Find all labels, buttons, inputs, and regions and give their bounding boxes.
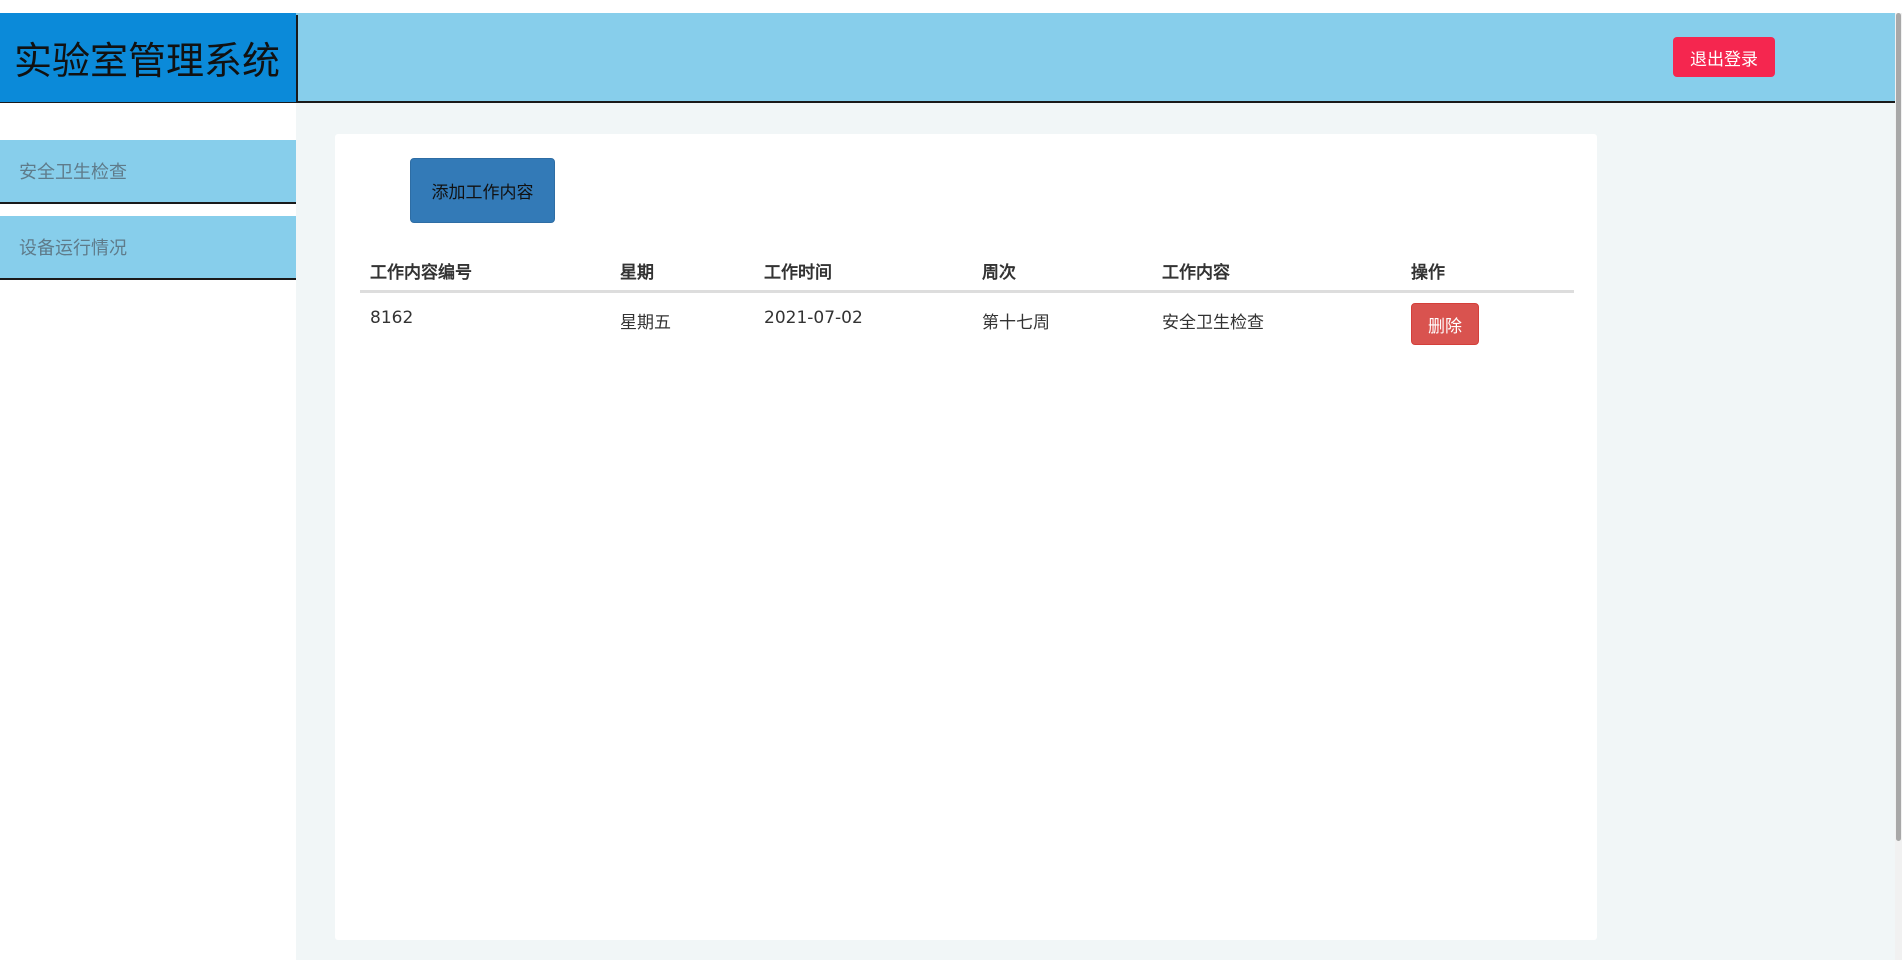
delete-button[interactable]: 删除 bbox=[1411, 303, 1479, 345]
sidebar-item-equipment-status[interactable]: 设备运行情况 bbox=[0, 216, 296, 278]
cell-content: 安全卫生检查 bbox=[1162, 313, 1264, 333]
column-header-action: 操作 bbox=[1401, 250, 1574, 293]
table-header-row: 工作内容编号 星期 工作时间 周次 工作内容 操作 bbox=[360, 250, 1574, 293]
browser-top-strip bbox=[0, 0, 1902, 13]
column-header-id: 工作内容编号 bbox=[360, 250, 610, 293]
logout-button[interactable]: 退出登录 bbox=[1673, 37, 1775, 77]
column-header-weekday: 星期 bbox=[610, 250, 754, 293]
cell-date: 2021-07-02 bbox=[764, 308, 863, 328]
work-content-table: 工作内容编号 星期 工作时间 周次 工作内容 操作 8162 星期五 2021-… bbox=[360, 250, 1574, 358]
cell-weekday: 星期五 bbox=[620, 313, 671, 333]
cell-action: 删除 bbox=[1401, 292, 1574, 359]
sidebar-item-safety-check[interactable]: 安全卫生检查 bbox=[0, 140, 296, 202]
sidebar: 安全卫生检查 设备运行情况 bbox=[0, 103, 296, 960]
add-work-content-button[interactable]: 添加工作内容 bbox=[410, 158, 555, 223]
cell-week: 第十七周 bbox=[982, 313, 1050, 333]
cell-id: 8162 bbox=[370, 308, 414, 328]
column-header-week: 周次 bbox=[972, 250, 1152, 293]
app-title: 实验室管理系统 bbox=[0, 13, 296, 102]
table-row: 8162 星期五 2021-07-02 第十七周 安全卫生检查 删除 bbox=[360, 292, 1574, 359]
column-header-content: 工作内容 bbox=[1152, 250, 1401, 293]
column-header-date: 工作时间 bbox=[754, 250, 972, 293]
vertical-scrollbar-thumb[interactable] bbox=[1896, 13, 1901, 841]
